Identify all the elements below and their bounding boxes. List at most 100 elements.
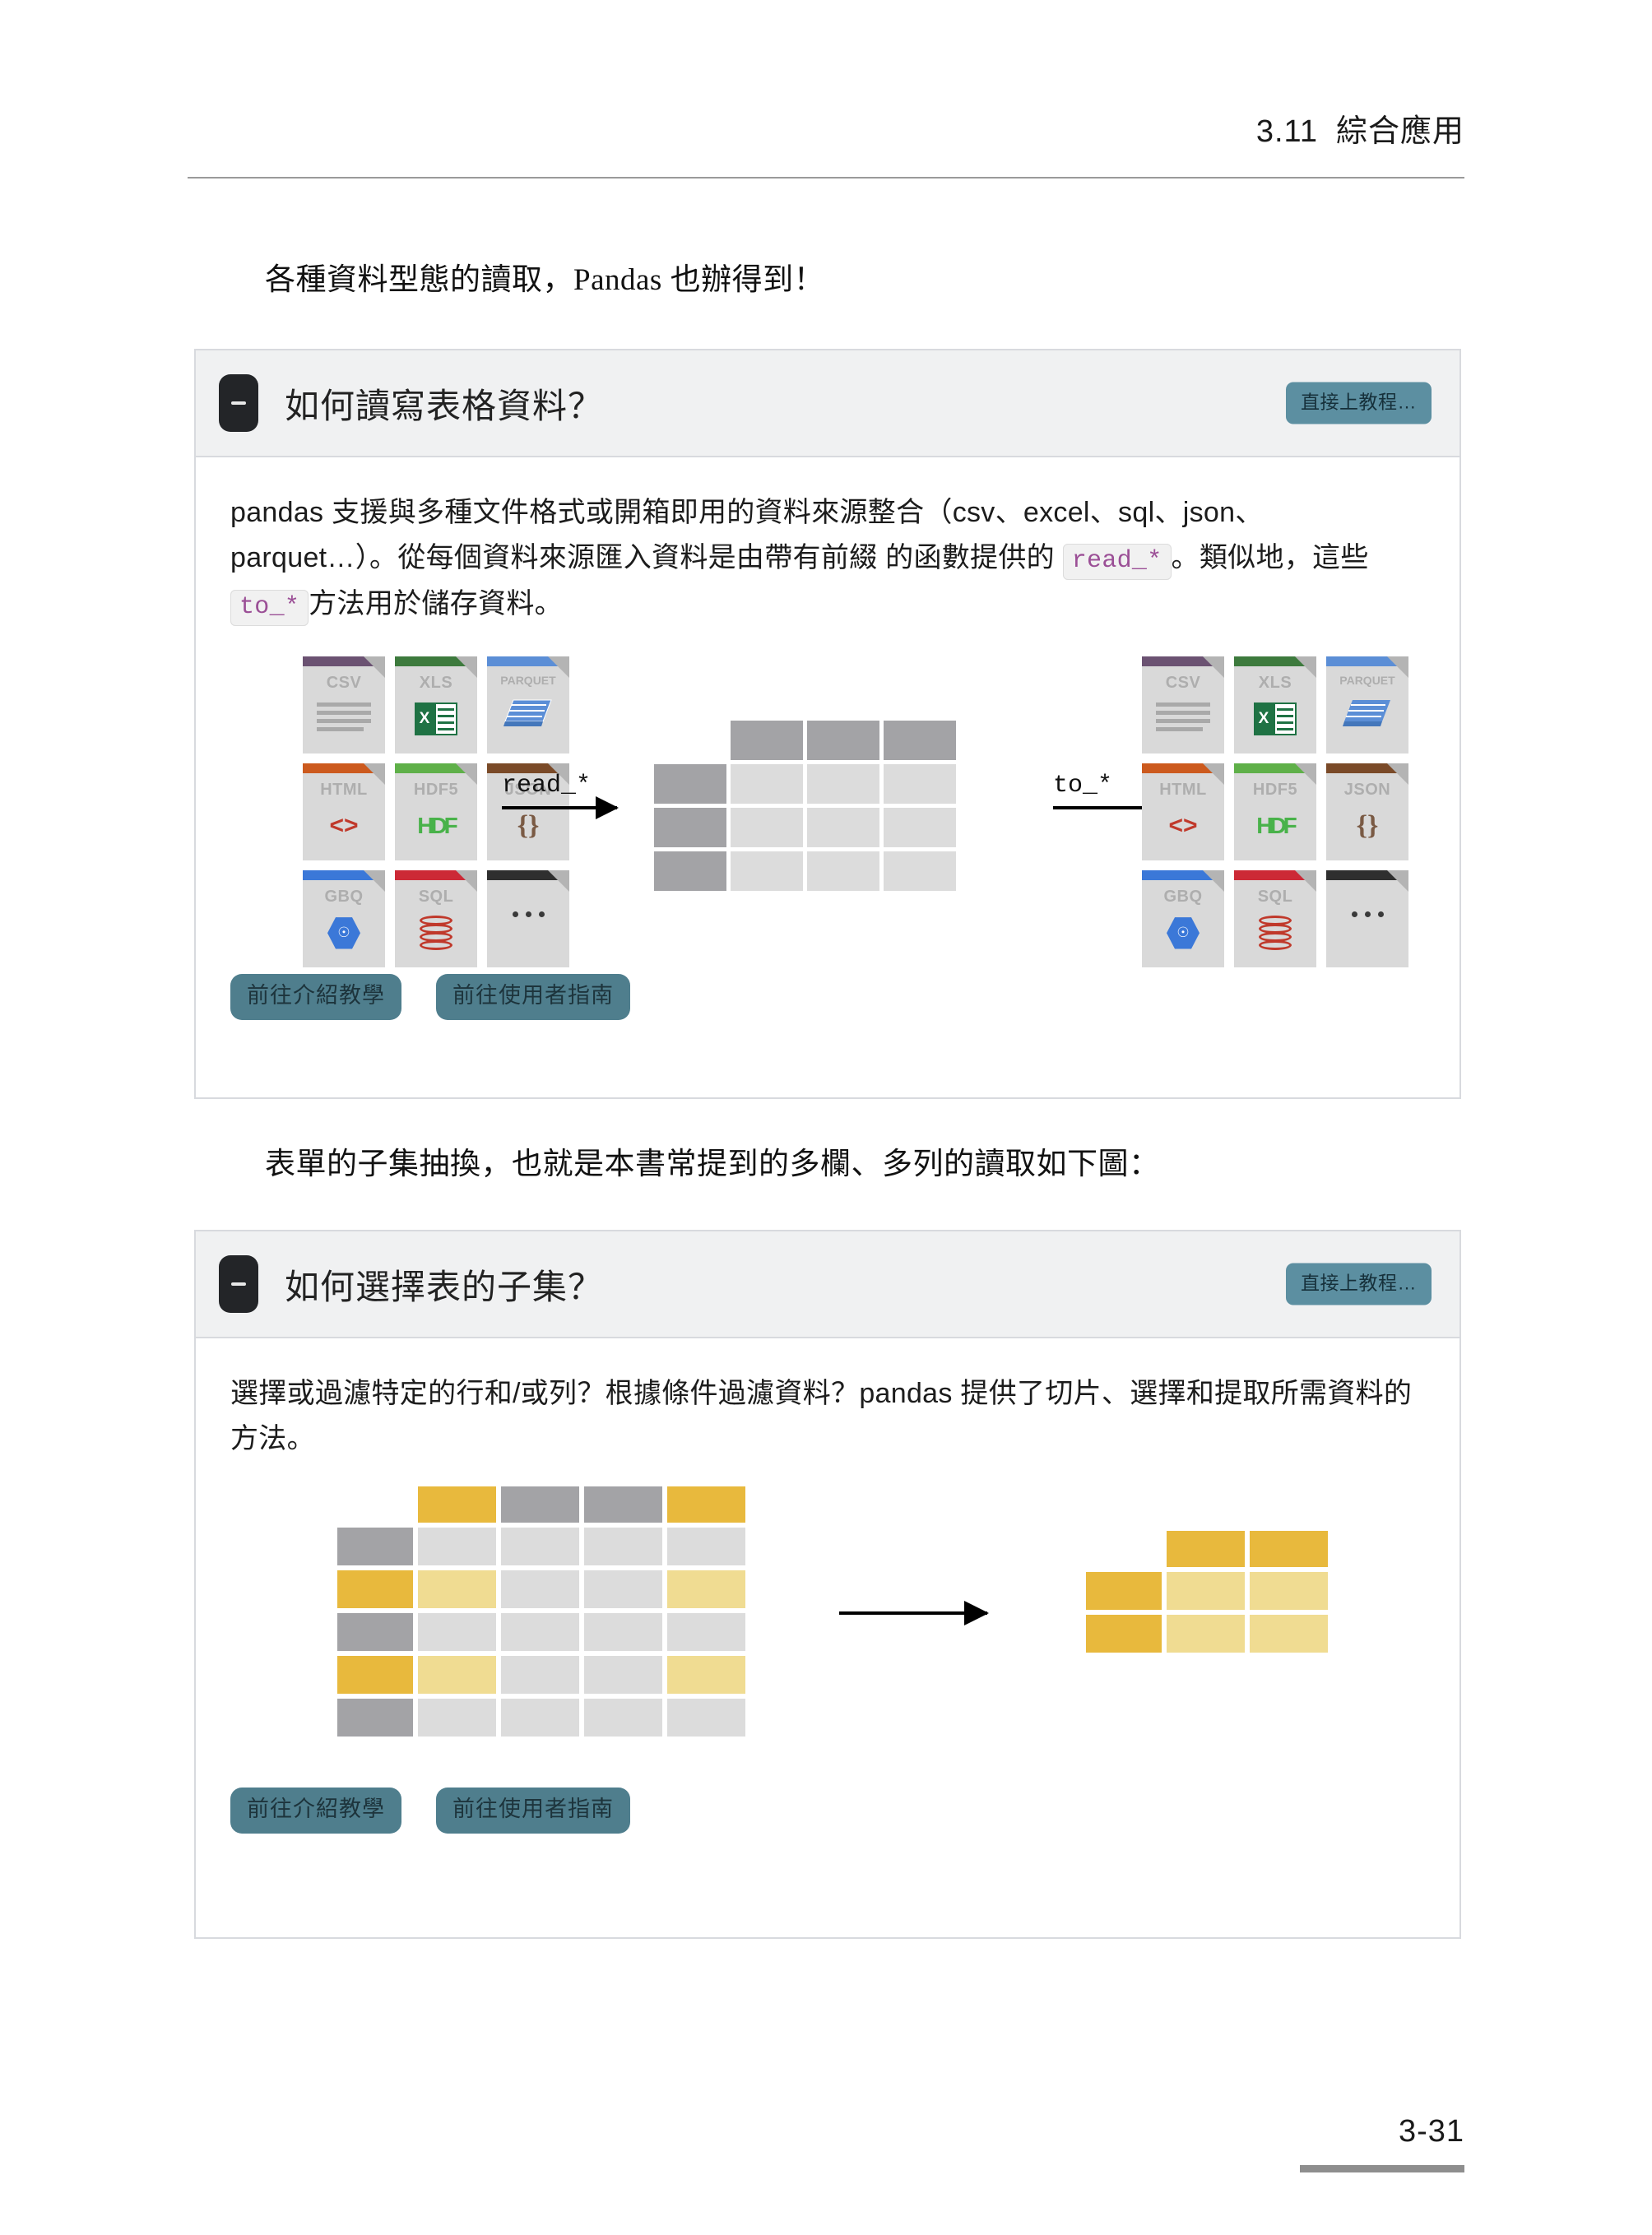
between-paragraph: 表單的子集抽換，也就是本書常提到的多欄、多列的讀取如下圖：	[265, 1148, 1160, 1181]
read-arrow-icon	[502, 796, 619, 820]
card-2-description: 選擇或過濾特定的行和/或列？根據條件過濾資料？pandas 提供了切片、選擇和提…	[230, 1378, 1413, 1455]
gbq-label: GBQ	[1163, 888, 1203, 907]
target-file-icons: CSV XLS X PARQUET HTML <> HDF5 HDF JSON …	[1142, 656, 1408, 968]
io-diagram-figure: CSV XLS X PARQUET HTML <> HDF5 HDF JSON …	[230, 656, 1423, 969]
card-1-description: pandas 支援與多種文件格式或開箱即用的資料來源整合（csv、excel、s…	[230, 490, 1423, 627]
card-2-user-guide-button[interactable]: 前往使用者指南	[436, 1788, 630, 1834]
parquet-file-icon: PARQUET	[1326, 656, 1408, 754]
hdf5-label: HDF5	[413, 781, 459, 800]
html-label: HTML	[1159, 781, 1207, 800]
table-data-cell-selected	[418, 1656, 496, 1695]
table-index-cell-selected	[337, 1656, 413, 1695]
csv-file-icon: CSV	[303, 656, 385, 754]
table-index-cell	[654, 851, 726, 892]
source-file-icons: CSV XLS X PARQUET HTML <> HDF5 HDF JSON …	[303, 656, 569, 968]
minus-bar	[231, 401, 246, 405]
table-header-cell	[884, 721, 956, 761]
card-1-title: 如何讀寫表格資料？	[285, 386, 604, 425]
table-data-cell	[584, 1570, 662, 1609]
table-index-cell-selected	[1086, 1572, 1162, 1611]
json-label: JSON	[1343, 781, 1391, 800]
footer-rule	[1300, 2165, 1464, 2172]
table-data-cell	[501, 1613, 579, 1652]
csv-label: CSV	[1165, 674, 1201, 693]
source-dataframe-table	[337, 1486, 745, 1737]
csv-file-icon: CSV	[1142, 656, 1224, 754]
gbq-file-icon: GBQ ☉	[1142, 870, 1224, 968]
table-header-cell	[501, 1486, 579, 1523]
table-data-cell	[807, 851, 879, 892]
card-2-intro-tutorial-button[interactable]: 前往介紹教學	[230, 1788, 401, 1834]
card-1-intro-tutorial-button[interactable]: 前往介紹教學	[230, 974, 401, 1021]
table-data-cell	[501, 1656, 579, 1695]
sql-file-icon: SQL	[1234, 870, 1316, 968]
table-header-cell-selected	[1250, 1531, 1328, 1568]
table-data-cell	[418, 1528, 496, 1566]
card-2-header: 如何選擇表的子集？ 直接上教程…	[196, 1231, 1459, 1338]
card-read-write-tabular-data: 如何讀寫表格資料？ 直接上教程… pandas 支援與多種文件格式或開箱即用的資…	[194, 349, 1461, 1099]
table-index-cell	[654, 808, 726, 848]
card-1-text-part-3: 方法用於儲存資料。	[309, 587, 563, 619]
hdf5-label: HDF5	[1252, 781, 1298, 800]
table-index-cell-selected	[1086, 1615, 1162, 1653]
sql-file-icon: SQL	[395, 870, 477, 968]
running-head-title: 綜合應用	[1335, 114, 1464, 149]
running-head-section: 3.11	[1255, 114, 1318, 149]
table-index-cell	[337, 1528, 413, 1566]
card-1-body: pandas 支援與多種文件格式或開箱即用的資料來源整合（csv、excel、s…	[196, 457, 1459, 1045]
table-data-cell	[884, 808, 956, 848]
card-2-tutorial-button[interactable]: 直接上教程…	[1286, 1263, 1432, 1305]
xls-file-icon: XLS X	[395, 656, 477, 754]
other-formats-file-icon	[1326, 870, 1408, 968]
table-header-cell-selected	[667, 1486, 745, 1523]
header-divider	[188, 177, 1464, 179]
table-data-cell-selected	[1167, 1615, 1245, 1653]
card-1-text-part-2: 。類似地，這些	[1171, 542, 1369, 574]
page-number: 3-31	[1398, 2114, 1464, 2149]
table-index-cell	[337, 1613, 413, 1652]
minus-icon[interactable]	[219, 374, 258, 432]
code-read-star: read_*	[1062, 544, 1172, 581]
table-data-cell	[667, 1699, 745, 1737]
table-index-cell	[337, 1699, 413, 1737]
table-data-cell-selected	[418, 1570, 496, 1609]
table-data-cell	[584, 1699, 662, 1737]
xls-label: XLS	[419, 674, 453, 693]
gbq-file-icon: GBQ ☉	[303, 870, 385, 968]
card-2-title: 如何選擇表的子集？	[285, 1267, 604, 1306]
table-data-cell	[584, 1656, 662, 1695]
hdf5-file-icon: HDF5 HDF	[395, 763, 477, 861]
json-file-icon: JSON {}	[1326, 763, 1408, 861]
xls-label: XLS	[1258, 674, 1292, 693]
table-header-cell	[584, 1486, 662, 1523]
table-data-cell-selected	[667, 1656, 745, 1695]
sql-label: SQL	[418, 888, 454, 907]
minus-icon[interactable]	[219, 1255, 258, 1313]
table-data-cell	[584, 1613, 662, 1652]
table-data-cell	[884, 851, 956, 892]
read-arrow-label: read_*	[502, 772, 592, 800]
table-data-cell	[807, 808, 879, 848]
table-data-cell-selected	[1250, 1615, 1328, 1653]
csv-label: CSV	[326, 674, 362, 693]
hdf5-file-icon: HDF5 HDF	[1234, 763, 1316, 861]
table-data-cell-selected	[1167, 1572, 1245, 1611]
table-data-cell	[501, 1699, 579, 1737]
minus-bar	[231, 1282, 246, 1286]
table-data-cell	[501, 1570, 579, 1609]
table-data-cell	[584, 1528, 662, 1566]
table-data-cell	[501, 1528, 579, 1566]
table-index-cell-selected	[337, 1570, 413, 1609]
card-1-header: 如何讀寫表格資料？ 直接上教程…	[196, 350, 1459, 457]
table-index-cell	[654, 764, 726, 805]
subset-diagram-figure	[230, 1486, 1423, 1783]
table-data-cell-selected	[1250, 1572, 1328, 1611]
card-1-user-guide-button[interactable]: 前往使用者指南	[436, 974, 630, 1021]
table-data-cell	[884, 764, 956, 805]
card-select-subset-of-table: 如何選擇表的子集？ 直接上教程… 選擇或過濾特定的行和/或列？根據條件過濾資料？…	[194, 1230, 1461, 1939]
card-2-actions: 前往介紹教學 前往使用者指南	[230, 1788, 1423, 1834]
table-data-cell	[807, 764, 879, 805]
html-label: HTML	[320, 781, 368, 800]
dataframe-table	[654, 721, 956, 892]
card-1-tutorial-button[interactable]: 直接上教程…	[1286, 382, 1432, 424]
